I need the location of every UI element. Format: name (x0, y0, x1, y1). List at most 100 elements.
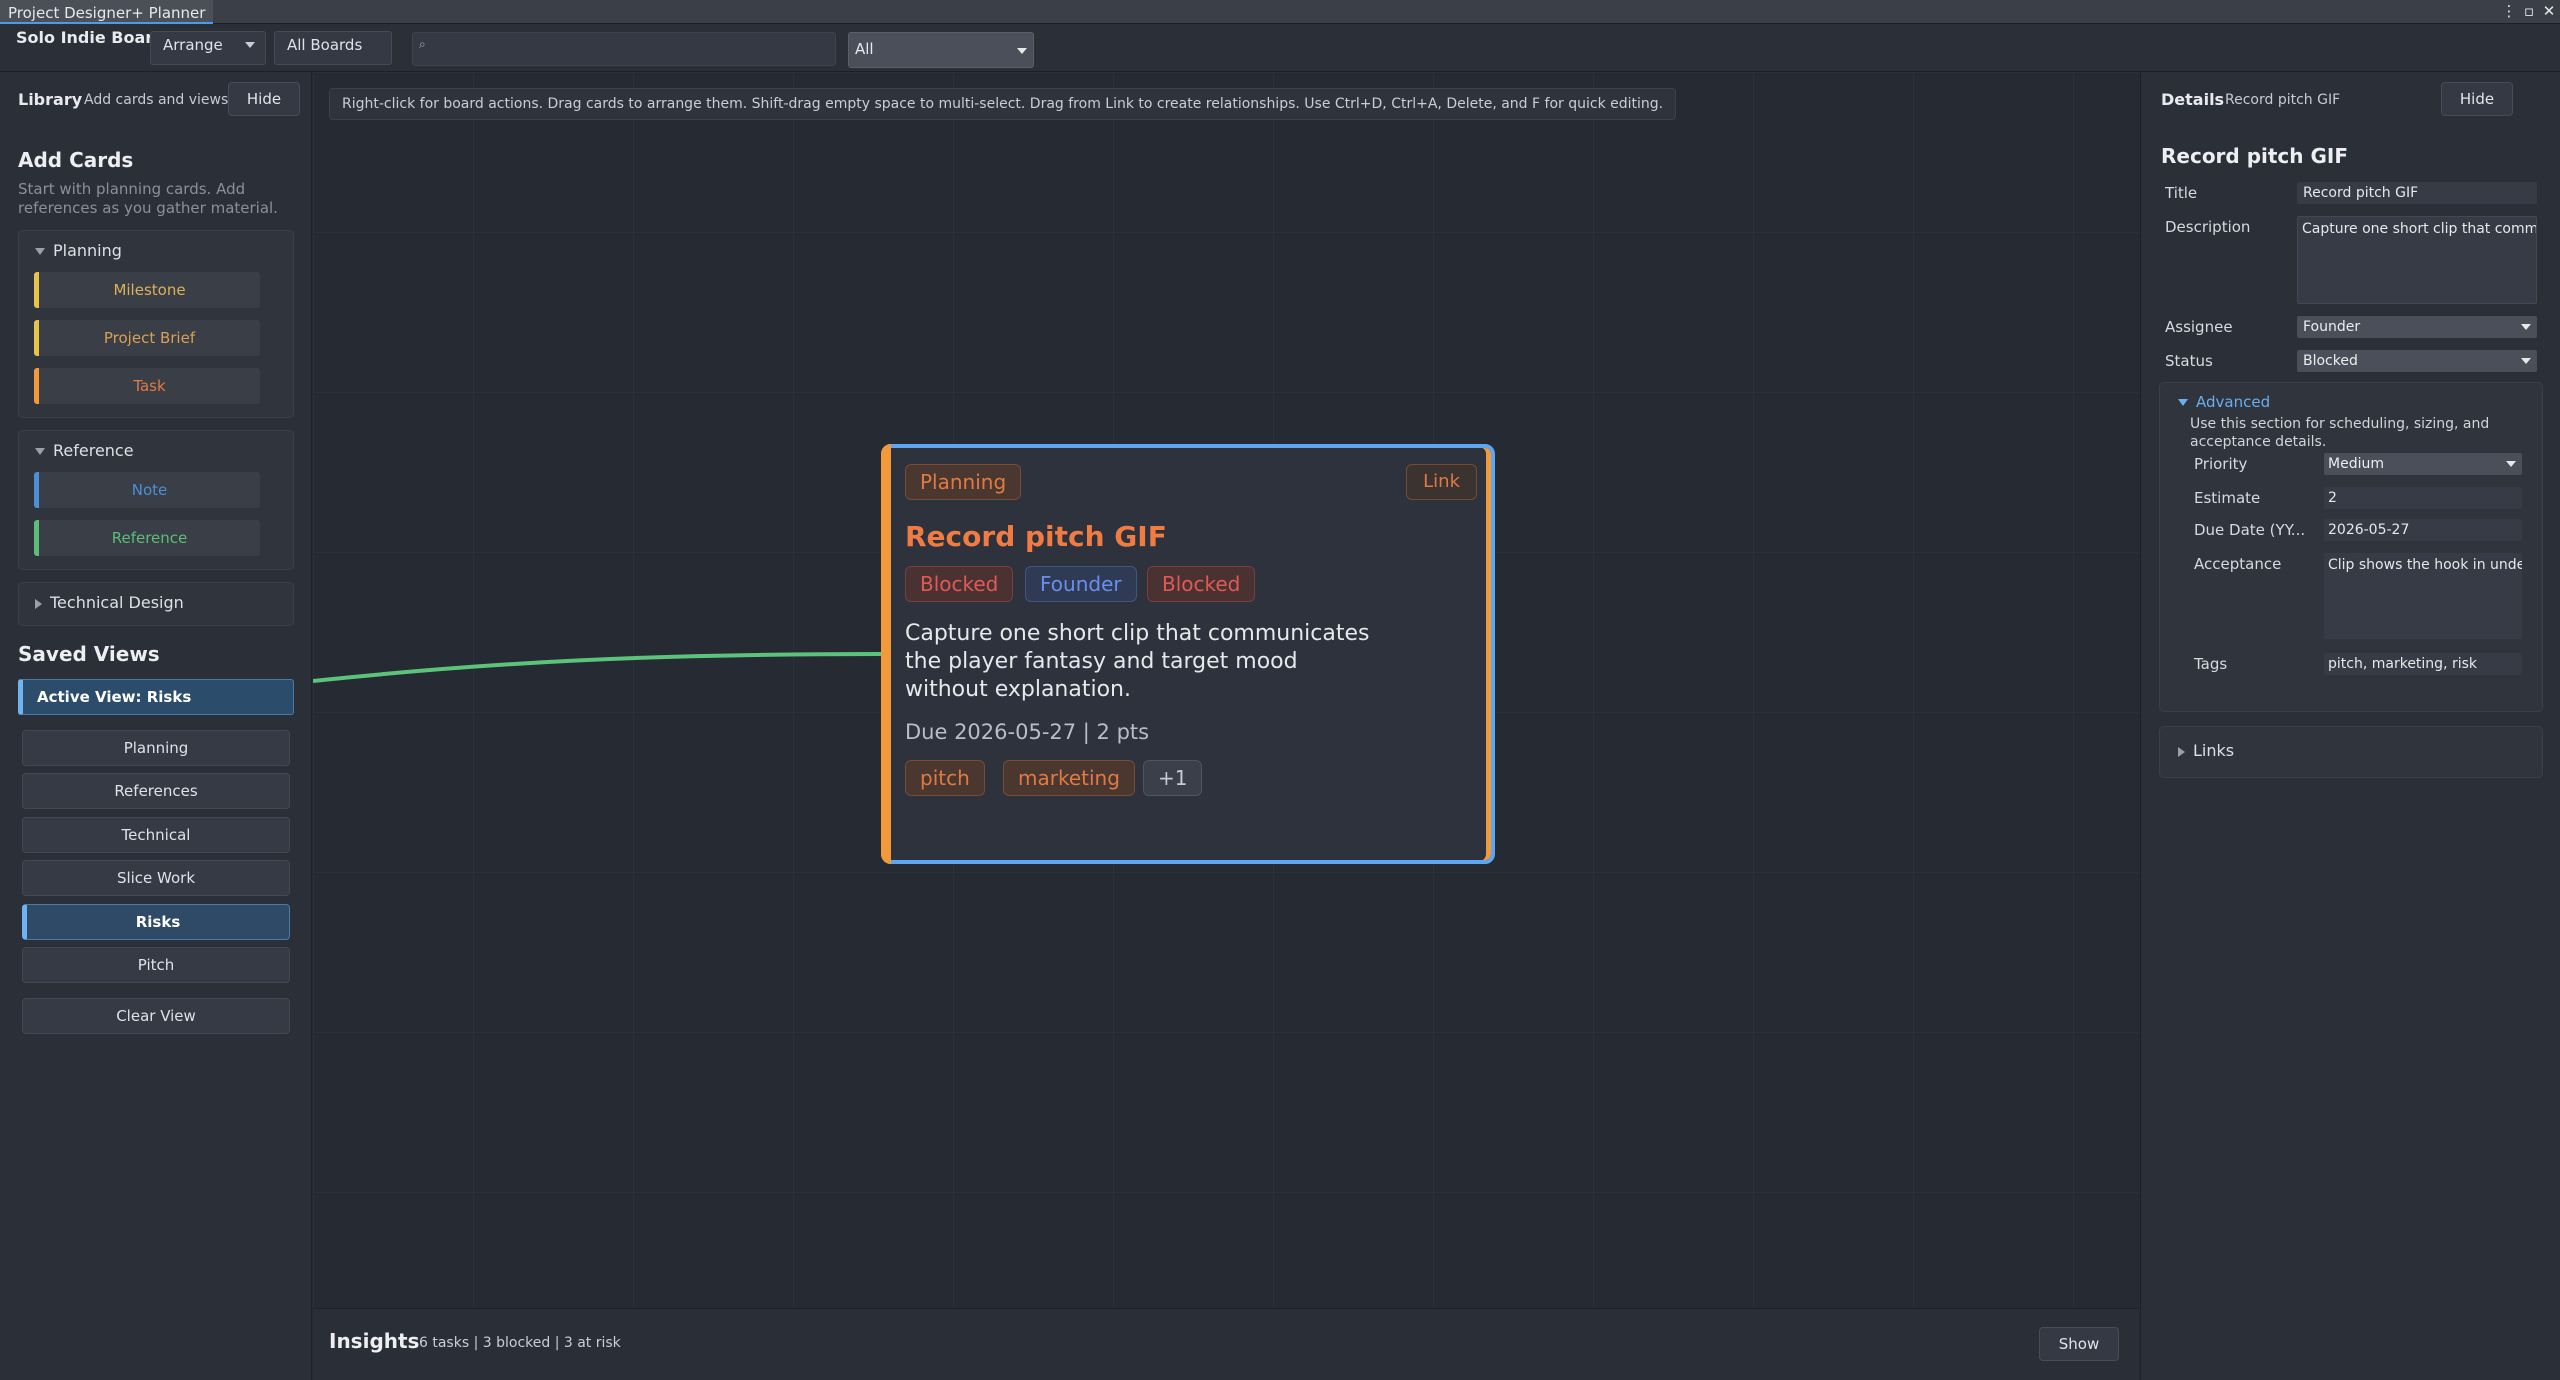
card-type-badge: Planning (905, 464, 1022, 500)
reference-group-label: Reference (53, 441, 134, 460)
boards-selector[interactable]: All Boards (274, 31, 392, 65)
view-button-slice-work[interactable]: Slice Work (22, 860, 290, 896)
card-meta: Due 2026-05-27 | 2 pts (905, 720, 1150, 744)
filter-dropdown[interactable]: All (848, 32, 1034, 68)
card-title: Record pitch GIF (905, 520, 1167, 553)
collapsed-icon (2178, 746, 2185, 757)
details-title: Details (2161, 90, 2225, 109)
status-value: Blocked (2303, 353, 2358, 369)
advanced-section: Advanced Use this section for scheduling… (2159, 382, 2543, 712)
technical-design-group-label: Technical Design (50, 593, 184, 612)
library-panel: Library Add cards and views Hide Add Car… (0, 72, 312, 1380)
card-type-stripe (881, 444, 891, 864)
search-icon: ⌕ (419, 37, 426, 51)
card-tag: pitch (905, 760, 985, 796)
view-button-references[interactable]: References (22, 773, 290, 809)
status-label: Status (2165, 352, 2213, 370)
toolbar: Solo Indie Board Arrange All Boards ⌕ Al… (0, 24, 2560, 72)
library-item-note[interactable]: Note (34, 472, 260, 508)
maximize-icon[interactable]: ▫ (2520, 2, 2538, 20)
library-hide-button[interactable]: Hide (228, 82, 300, 116)
library-title: Library (18, 90, 83, 109)
estimate-field[interactable]: 2 (2324, 487, 2522, 509)
insights-show-button[interactable]: Show (2039, 1327, 2119, 1361)
card-tag: marketing (1003, 760, 1135, 796)
advanced-toggle[interactable]: Advanced (2178, 393, 2270, 411)
library-item-milestone[interactable]: Milestone (34, 272, 260, 308)
reference-group-header[interactable]: Reference (35, 441, 134, 460)
clear-view-button[interactable]: Clear View (22, 998, 290, 1034)
links-label: Links (2193, 741, 2235, 760)
card-link-button[interactable]: Link (1406, 464, 1477, 500)
description-label: Description (2165, 218, 2251, 236)
advanced-label: Advanced (2196, 393, 2271, 411)
details-subtitle: Record pitch GIF (2225, 92, 2341, 108)
status-select[interactable]: Blocked (2297, 350, 2537, 372)
technical-design-group-header[interactable]: Technical Design (35, 593, 184, 612)
chevron-down-icon (2521, 358, 2531, 364)
priority-label: Priority (2194, 455, 2248, 473)
more-options-icon[interactable]: ⋮ (2500, 2, 2518, 20)
estimate-label: Estimate (2194, 489, 2261, 507)
title-field[interactable]: Record pitch GIF (2297, 182, 2537, 204)
expand-icon (35, 248, 45, 255)
library-item-reference[interactable]: Reference (34, 520, 260, 556)
assignee-badge: Founder (1025, 566, 1137, 602)
assignee-label: Assignee (2165, 318, 2233, 336)
links-toggle[interactable]: Links (2178, 741, 2234, 760)
card-description: Capture one short clip that communicates… (905, 621, 1370, 702)
description-field[interactable]: Capture one short clip that comm (2297, 216, 2537, 304)
library-subtitle: Add cards and views (84, 92, 229, 108)
assignee-value: Founder (2303, 319, 2361, 335)
window-title-tab[interactable]: Project Designer+ Planner (0, 0, 214, 24)
window-titlebar: Project Designer+ Planner ⋮ ▫ ✕ (0, 0, 2560, 24)
arrange-label: Arrange (163, 36, 223, 54)
library-item-task[interactable]: Task (34, 368, 260, 404)
board-canvas[interactable]: Right-click for board actions. Drag card… (313, 72, 2139, 1308)
close-icon[interactable]: ✕ (2540, 2, 2558, 20)
due-date-field[interactable]: 2026-05-27 (2324, 519, 2522, 541)
insights-stats: 6 tasks | 3 blocked | 3 at risk (419, 1335, 621, 1351)
view-button-technical[interactable]: Technical (22, 817, 290, 853)
priority-value: Medium (2328, 456, 2384, 472)
tags-label: Tags (2194, 655, 2228, 673)
links-section: Links (2159, 726, 2543, 778)
status-badge: Blocked (905, 566, 1014, 602)
add-cards-title: Add Cards (18, 148, 134, 172)
title-label: Title (2165, 184, 2198, 202)
view-button-risks[interactable]: Risks (22, 904, 290, 940)
planning-group-label: Planning (53, 241, 122, 260)
arrange-dropdown[interactable]: Arrange (150, 31, 266, 65)
view-button-pitch[interactable]: Pitch (22, 947, 290, 983)
collapsed-icon (35, 598, 42, 609)
view-button-planning[interactable]: Planning (22, 730, 290, 766)
saved-views-title: Saved Views (18, 642, 160, 666)
chevron-down-icon (1017, 48, 1027, 54)
tags-field[interactable]: pitch, marketing, risk (2324, 653, 2522, 675)
insights-title: Insights (329, 1329, 420, 1353)
details-heading: Record pitch GIF (2161, 144, 2349, 168)
add-cards-description: Start with planning cards. Add reference… (18, 180, 278, 217)
chevron-down-icon (245, 42, 255, 48)
assignee-select[interactable]: Founder (2297, 316, 2537, 338)
chevron-down-icon (2521, 324, 2531, 330)
boards-value: All Boards (287, 36, 363, 54)
planning-group-header[interactable]: Planning (35, 241, 122, 260)
technical-design-group: Technical Design (18, 582, 294, 626)
active-view-indicator: Active View: Risks (18, 679, 294, 715)
risk-badge: Blocked (1147, 566, 1256, 602)
details-hide-button[interactable]: Hide (2441, 82, 2513, 116)
board-name: Solo Indie Board (16, 28, 165, 47)
acceptance-label: Acceptance (2194, 555, 2282, 573)
expand-icon (2178, 399, 2188, 406)
acceptance-field[interactable]: Clip shows the hook in unde (2324, 553, 2522, 639)
filter-value: All (855, 40, 874, 58)
insights-bar: Insights 6 tasks | 3 blocked | 3 at risk… (313, 1308, 2139, 1380)
expand-icon (35, 448, 45, 455)
priority-select[interactable]: Medium (2324, 453, 2522, 475)
library-item-project-brief[interactable]: Project Brief (34, 320, 260, 356)
search-input[interactable]: ⌕ (412, 32, 836, 66)
chevron-down-icon (2506, 461, 2516, 467)
card-tag-overflow[interactable]: +1 (1143, 760, 1203, 796)
task-card[interactable]: Planning Link Record pitch GIF Blocked F… (881, 444, 1495, 864)
